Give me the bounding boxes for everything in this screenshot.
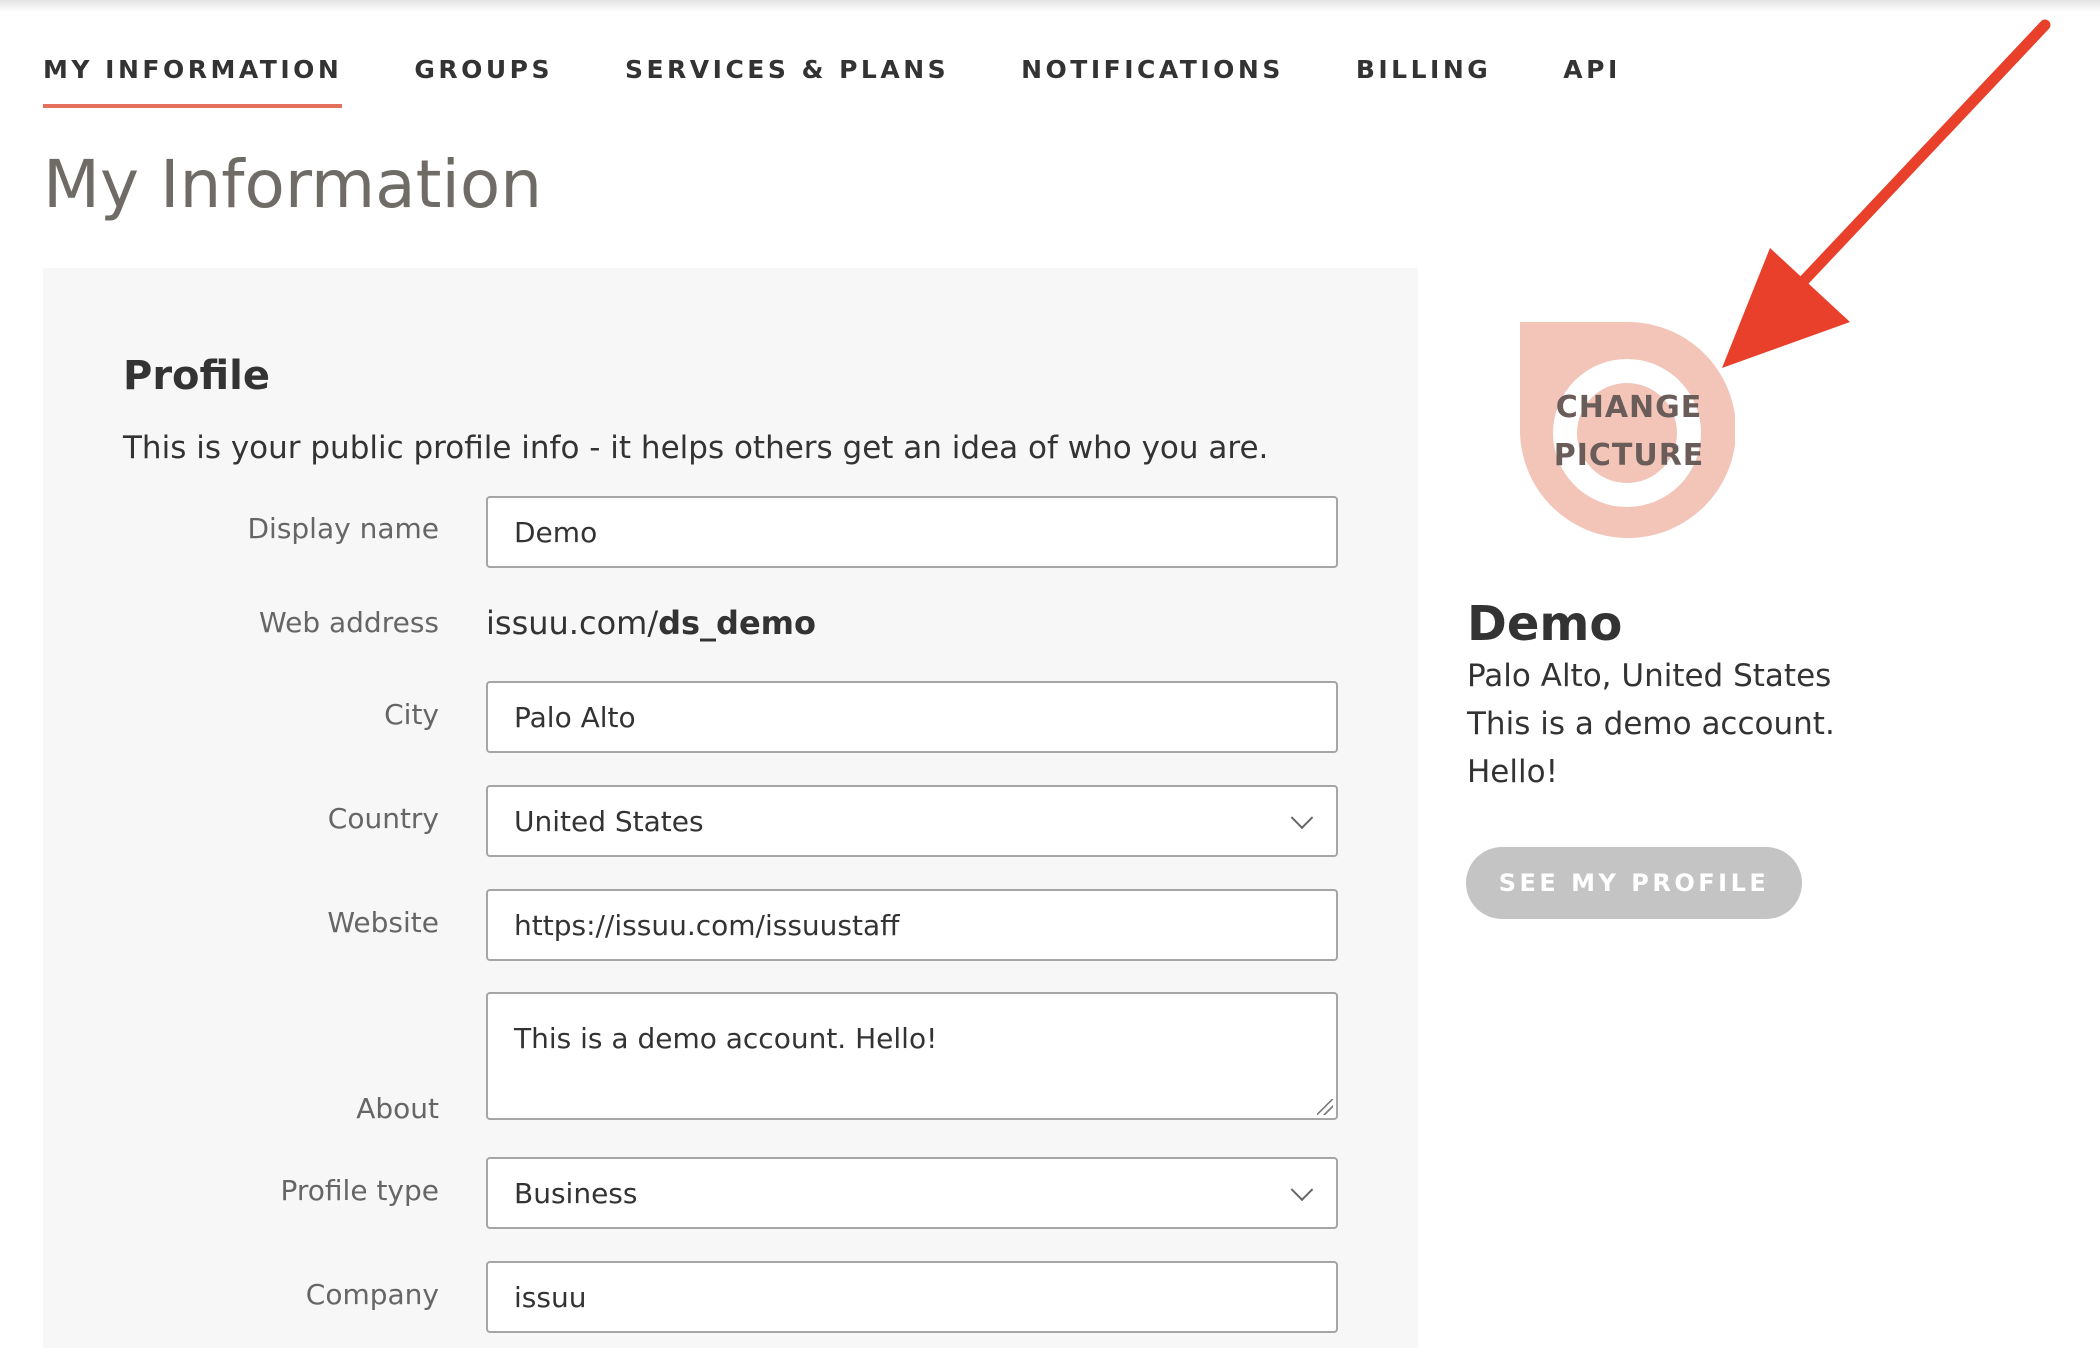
profile-card-about-line1: This is a demo account. <box>1467 706 1835 742</box>
resize-grip-icon[interactable] <box>1317 1099 1333 1115</box>
country-value: United States <box>514 804 704 838</box>
tab-api[interactable]: API <box>1563 52 1620 108</box>
field-labels: Display name Web address City Country We… <box>43 268 439 1348</box>
web-address-prefix: issuu.com/ <box>486 604 659 642</box>
chevron-down-icon <box>1290 806 1314 830</box>
about-textarea[interactable]: This is a demo account. Hello! <box>486 992 1338 1120</box>
web-address-value: issuu.com/ds_demo <box>486 604 816 642</box>
display-name-input[interactable]: Demo <box>486 496 1338 568</box>
change-picture-line1: CHANGE <box>1555 390 1703 425</box>
city-label: City <box>384 698 439 731</box>
city-value: Palo Alto <box>514 700 636 734</box>
about-value: This is a demo account. Hello! <box>514 1022 938 1055</box>
company-input[interactable]: issuu <box>486 1261 1338 1333</box>
country-label: Country <box>327 802 439 835</box>
tab-billing[interactable]: BILLING <box>1356 52 1491 108</box>
website-input[interactable]: https://issuu.com/issuustaff <box>486 889 1338 961</box>
tab-services-plans[interactable]: SERVICES & PLANS <box>625 52 949 108</box>
display-name-value: Demo <box>514 515 598 549</box>
country-select[interactable]: United States <box>486 785 1338 857</box>
profile-type-label: Profile type <box>280 1174 439 1207</box>
company-label: Company <box>305 1278 439 1311</box>
tab-notifications[interactable]: NOTIFICATIONS <box>1021 52 1284 108</box>
see-my-profile-button[interactable]: SEE MY PROFILE <box>1466 847 1802 919</box>
profile-panel: Profile This is your public profile info… <box>43 268 1418 1348</box>
profile-card-about-line2: Hello! <box>1467 754 1559 790</box>
display-name-label: Display name <box>247 512 439 545</box>
account-tabs: MY INFORMATION GROUPS SERVICES & PLANS N… <box>43 52 1693 108</box>
profile-card-name: Demo <box>1467 596 1623 652</box>
city-input[interactable]: Palo Alto <box>486 681 1338 753</box>
web-address-handle: ds_demo <box>658 604 816 642</box>
profile-card-location: Palo Alto, United States <box>1467 658 1832 694</box>
annotation-arrow-icon <box>1722 19 2051 368</box>
website-label: Website <box>327 906 439 939</box>
page-title: My Information <box>43 146 543 223</box>
change-picture-label: CHANGE PICTURE <box>1544 384 1714 480</box>
about-label: About <box>356 1092 439 1125</box>
profile-type-select[interactable]: Business <box>486 1157 1338 1229</box>
profile-type-value: Business <box>514 1176 638 1210</box>
web-address-label: Web address <box>259 606 439 639</box>
website-value: https://issuu.com/issuustaff <box>514 908 900 942</box>
chevron-down-icon <box>1290 1178 1314 1202</box>
company-value: issuu <box>514 1280 587 1314</box>
change-picture-line2: PICTURE <box>1553 438 1705 473</box>
tab-groups[interactable]: GROUPS <box>414 52 553 108</box>
tab-my-information[interactable]: MY INFORMATION <box>43 52 343 108</box>
